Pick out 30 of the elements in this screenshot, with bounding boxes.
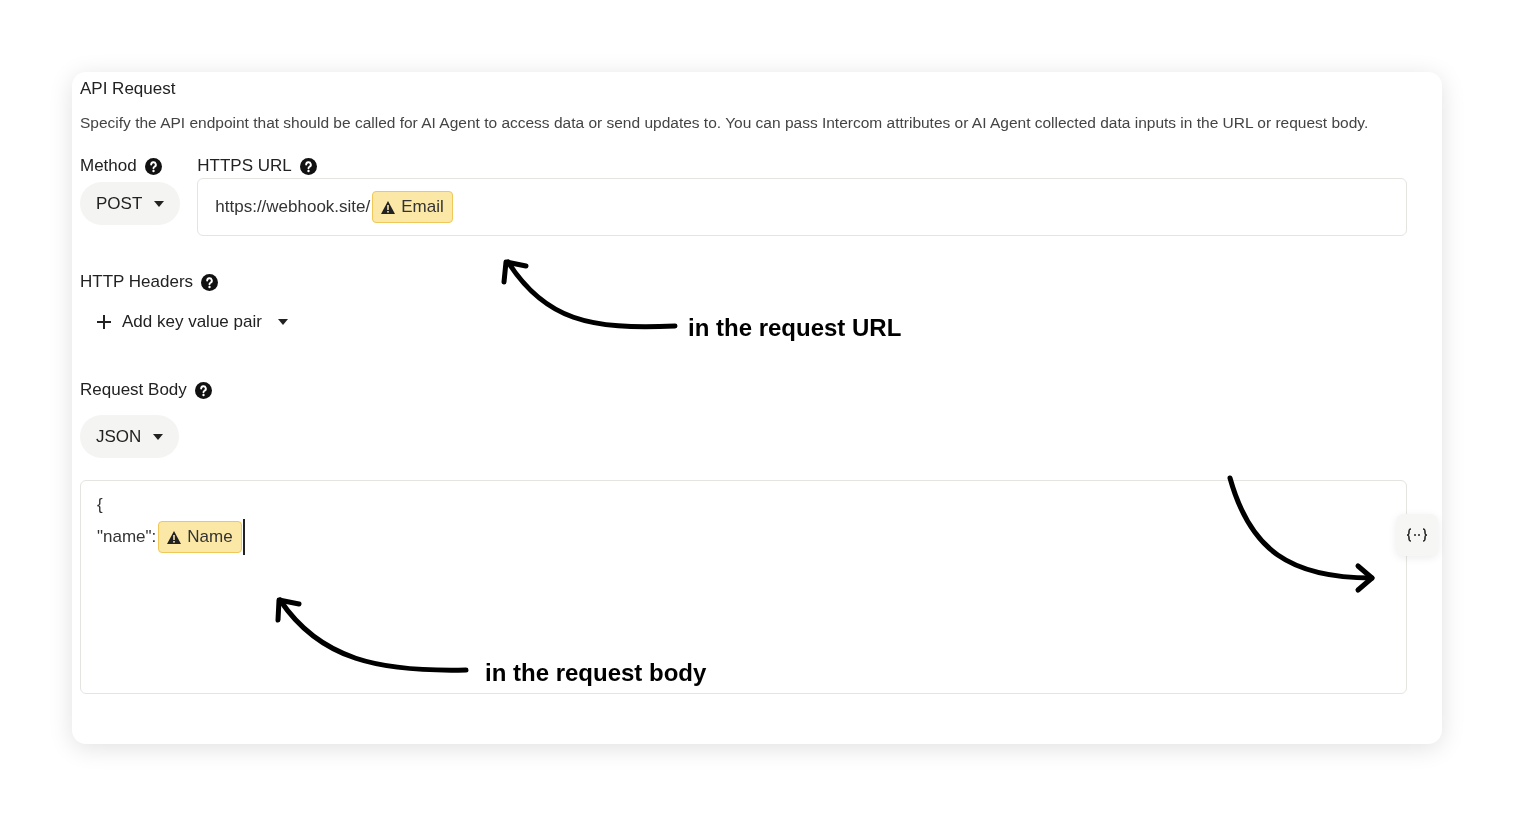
help-icon [201,273,219,291]
plus-icon [96,314,112,330]
annotation-label: in the request body [485,658,707,688]
help-icon [194,381,212,399]
help-icon [144,157,162,175]
add-header-button[interactable]: Add key value pair [96,306,288,338]
caret-icon [277,319,288,325]
field-label: HTTP Headers [80,271,194,294]
section-title: API Request [80,78,177,100]
field-label: Request Body [80,379,187,402]
format-dropdown[interactable]: JSON [80,415,180,458]
url-field[interactable]: https://webhook.site/ Email [197,178,1407,236]
insert-variable-button[interactable] [1396,514,1438,556]
attribute-chip[interactable]: Email [372,191,453,223]
caret-icon [154,200,165,207]
method-dropdown[interactable]: POST [80,182,181,225]
attribute-chip[interactable]: Name [158,521,242,553]
field-label: Method [80,155,137,178]
text-cursor [242,519,245,555]
section-description: Specify the API endpoint that should be called for AI Agent to access data or send updates to. You can pass Intercom attributes or AI Agent collected data inputs in the URL or request body. [80,113,1370,133]
warning-icon [381,200,396,214]
warning-icon [167,530,182,544]
field-label: HTTPS URL [197,155,292,178]
code-line: { [97,494,103,517]
help-icon [299,157,317,175]
code-line: "name": [97,526,157,549]
annotation-label: in the request URL [688,313,902,343]
braces-icon [1406,528,1428,542]
caret-icon [153,433,164,440]
url-text: https://webhook.site/ [215,196,371,219]
